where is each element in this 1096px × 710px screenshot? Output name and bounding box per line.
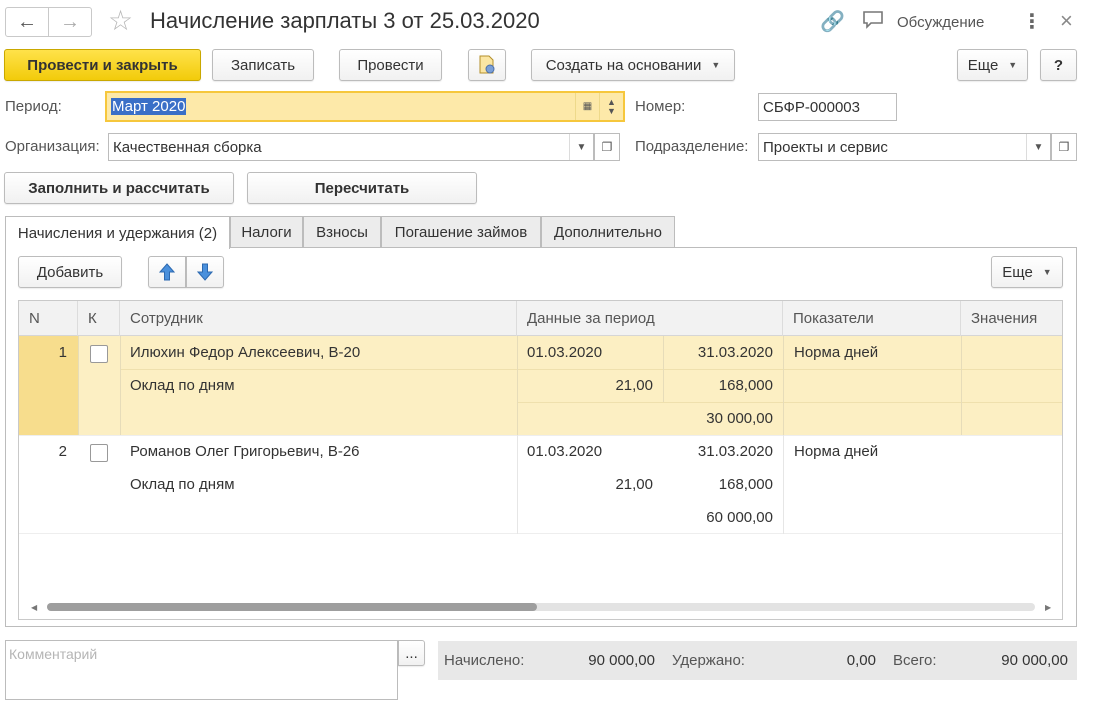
withheld-value: 0,00 (846, 652, 876, 669)
total-value: 90 000,00 (1001, 652, 1068, 669)
accrual-type: Оклад по дням (130, 476, 235, 493)
row-checkbox[interactable] (90, 444, 108, 462)
more-label: Еще (967, 56, 999, 74)
chevron-down-icon: ▼ (1008, 60, 1018, 70)
employee-name: Илюхин Федор Алексеевич, В-20 (130, 344, 361, 361)
accrued-value: 90 000,00 (588, 652, 655, 669)
organization-label: Организация: (5, 138, 100, 155)
table-more-label: Еще (1002, 263, 1033, 281)
table-header: N К Сотрудник Данные за период Показател… (19, 301, 1062, 336)
accruals-table[interactable]: N К Сотрудник Данные за период Показател… (18, 300, 1063, 620)
arrow-left-icon: ← (17, 10, 37, 33)
number-value: СБФР-000003 (763, 98, 860, 116)
hours-value: 168,000 (718, 476, 773, 493)
column-header-values[interactable]: Значения (961, 301, 1062, 336)
column-header-period-data[interactable]: Данные за период (517, 301, 783, 336)
department-label: Подразделение: (635, 138, 749, 155)
column-header-employee[interactable]: Сотрудник (120, 301, 517, 336)
spinner-icon[interactable]: ▲ ▼ (599, 93, 623, 120)
discussion-link[interactable]: Обсуждение (897, 14, 984, 31)
accrual-type: Оклад по дням (130, 377, 235, 394)
scroll-left-icon[interactable]: ◀ (31, 603, 37, 612)
table-row[interactable]: 1 Илюхин Федор Алексеевич, В-20 Оклад по… (19, 336, 1062, 435)
favorite-star-icon[interactable]: ☆ (108, 4, 133, 38)
row-number: 2 (58, 443, 67, 460)
chevron-down-icon: ▼ (711, 60, 721, 70)
row-checkbox[interactable] (90, 345, 108, 363)
accrued-label: Начислено: (444, 652, 525, 669)
department-field[interactable]: Проекты и сервис ▼ (758, 133, 1051, 161)
report-button[interactable] (468, 49, 506, 81)
move-up-button[interactable] (148, 256, 186, 288)
hours-value: 168,000 (718, 377, 773, 394)
help-button[interactable]: ? (1040, 49, 1077, 81)
column-header-n[interactable]: N (19, 301, 78, 336)
period-label: Период: (5, 98, 62, 115)
column-header-k[interactable]: К (78, 301, 120, 336)
back-button[interactable]: ← (5, 7, 49, 37)
days-value: 21,00 (615, 476, 653, 493)
scrollbar-thumb[interactable] (47, 603, 537, 611)
table-more-button[interactable]: Еще ▼ (991, 256, 1063, 288)
number-field[interactable]: СБФР-000003 (758, 93, 897, 121)
close-icon[interactable]: × (1060, 8, 1073, 34)
arrow-up-icon (159, 263, 175, 281)
column-header-indicators[interactable]: Показатели (783, 301, 961, 336)
comment-field[interactable]: Комментарий (5, 640, 398, 700)
chevron-down-icon[interactable]: ▼ (1026, 134, 1050, 160)
amount-value: 30 000,00 (706, 410, 773, 427)
period-field[interactable]: Март 2020 ▦ ▲ ▼ (105, 91, 625, 122)
post-button[interactable]: Провести (339, 49, 442, 81)
indicator-name: Норма дней (794, 344, 879, 361)
department-value: Проекты и сервис (763, 138, 888, 156)
chevron-down-icon[interactable]: ▼ (569, 134, 593, 160)
date-to: 31.03.2020 (697, 443, 773, 460)
employee-name: Романов Олег Григорьевич, В-26 (130, 443, 360, 460)
total-label: Всего: (893, 652, 937, 669)
tab-loan-repayment[interactable]: Погашение займов (381, 216, 541, 247)
tab-additional[interactable]: Дополнительно (541, 216, 675, 247)
more-button[interactable]: Еще ▼ (957, 49, 1028, 81)
days-value: 21,00 (615, 377, 653, 394)
link-icon[interactable]: 🔗 (820, 9, 845, 34)
open-icon[interactable]: ❐ (1051, 133, 1077, 161)
withheld-label: Удержано: (672, 652, 745, 669)
date-from: 01.03.2020 (527, 344, 603, 361)
fill-and-calculate-button[interactable]: Заполнить и рассчитать (4, 172, 234, 204)
tab-accruals[interactable]: Начисления и удержания (2) (5, 216, 230, 249)
post-and-close-button[interactable]: Провести и закрыть (4, 49, 201, 81)
save-button[interactable]: Записать (212, 49, 314, 81)
add-button[interactable]: Добавить (18, 256, 122, 288)
organization-field[interactable]: Качественная сборка ▼ (108, 133, 594, 161)
amount-value: 60 000,00 (706, 509, 773, 526)
comment-expand-button[interactable]: ... (398, 640, 425, 666)
totals-bar: Начислено: 90 000,00 Удержано: 0,00 Всег… (438, 641, 1077, 680)
date-from: 01.03.2020 (527, 443, 603, 460)
calendar-icon[interactable]: ▦ (575, 93, 599, 120)
discussion-icon[interactable] (862, 10, 884, 30)
forward-button[interactable]: → (48, 7, 92, 37)
tab-taxes[interactable]: Налоги (230, 216, 303, 247)
more-vertical-icon[interactable]: ⋮ (1022, 9, 1042, 34)
open-icon[interactable]: ❐ (594, 133, 620, 161)
scroll-right-icon[interactable]: ▶ (1045, 603, 1051, 612)
table-row[interactable]: 2 Романов Олег Григорьевич, В-26 Оклад п… (19, 435, 1062, 534)
move-down-button[interactable] (186, 256, 224, 288)
organization-value: Качественная сборка (113, 138, 262, 156)
date-to: 31.03.2020 (697, 344, 773, 361)
indicator-name: Норма дней (794, 443, 879, 460)
page-title: Начисление зарплаты 3 от 25.03.2020 (150, 8, 540, 33)
number-label: Номер: (635, 98, 686, 115)
arrow-right-icon: → (60, 10, 80, 33)
chevron-down-icon: ▼ (1042, 267, 1052, 277)
arrow-down-icon (197, 263, 213, 281)
document-report-icon (479, 55, 495, 74)
tab-contributions[interactable]: Взносы (303, 216, 381, 247)
period-value: Март 2020 (111, 98, 187, 115)
recalculate-button[interactable]: Пересчитать (247, 172, 477, 204)
row-number: 1 (58, 344, 67, 361)
create-based-on-button[interactable]: Создать на основании ▼ (531, 49, 735, 81)
create-based-on-label: Создать на основании (545, 56, 702, 74)
horizontal-scrollbar[interactable] (47, 603, 1035, 611)
